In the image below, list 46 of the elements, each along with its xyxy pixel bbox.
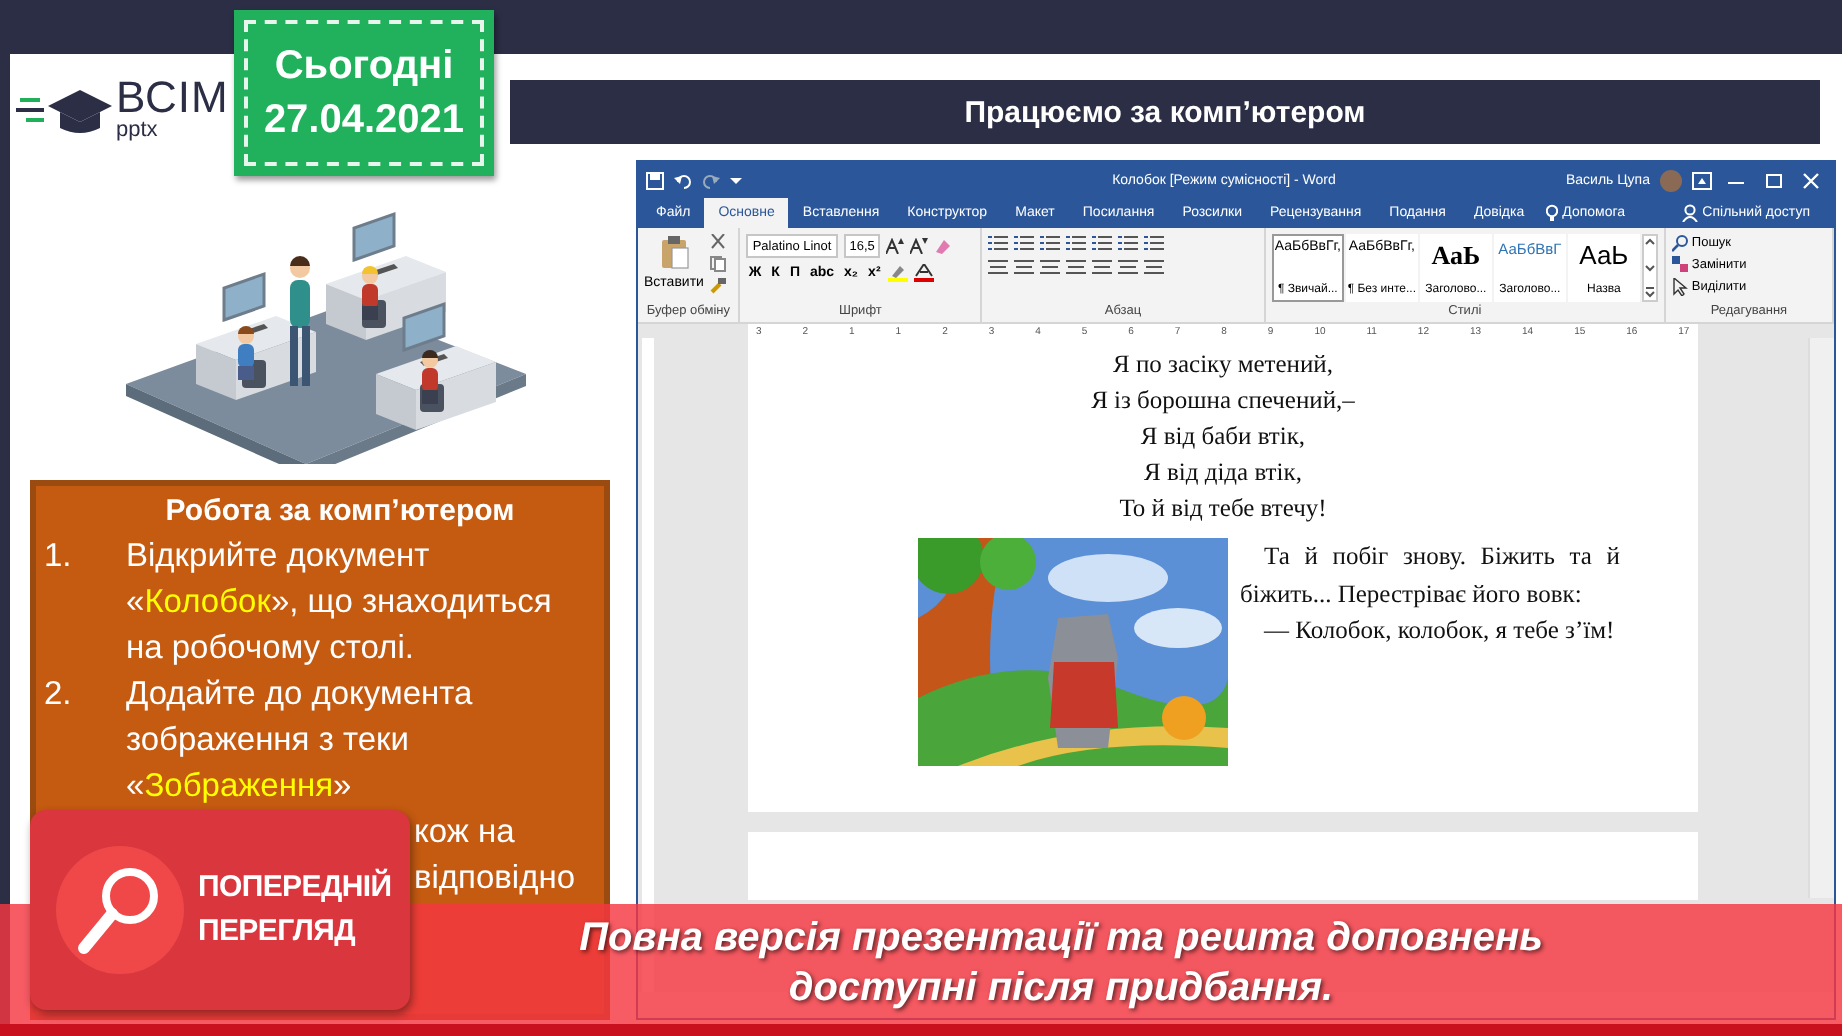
step-text: відповідно bbox=[414, 858, 576, 900]
date-text: 27.04.2021 bbox=[263, 95, 465, 145]
purchase-notice: доступні після придбання. bbox=[788, 964, 1334, 1014]
step-text: Додайте до документа зображення з теки «Зображення» bbox=[126, 674, 475, 808]
preview-label: ПЕРЕГЛЯД bbox=[198, 912, 358, 952]
purchase-notice: Повна версія презентації та решта доповнень bbox=[579, 914, 1543, 964]
shrink-font-icon[interactable] bbox=[910, 238, 929, 254]
redo-icon[interactable] bbox=[702, 171, 720, 189]
step-text: кож на bbox=[414, 812, 515, 854]
poem-line: Я по засіку метений, bbox=[1111, 348, 1335, 382]
today-label: Сьогодні bbox=[274, 41, 454, 91]
lightbulb-icon bbox=[1546, 204, 1559, 222]
step-text: Відкрийте документ «Колобок», що знаходиться на робочому столі. bbox=[126, 536, 554, 670]
replace-icon bbox=[1671, 256, 1688, 274]
step-number: 2. bbox=[44, 674, 74, 716]
poem-line: Я від діда втік, bbox=[1142, 456, 1304, 490]
preview-label: ПОПЕРЕДНІЙ bbox=[198, 866, 392, 908]
cut-icon[interactable] bbox=[709, 234, 726, 250]
caret-icon[interactable] bbox=[730, 174, 742, 186]
gallery-scroll-icon[interactable] bbox=[1641, 234, 1658, 302]
person-icon bbox=[1682, 204, 1699, 222]
poem-line: Я від баби втік, bbox=[1138, 420, 1308, 454]
format-painter-icon[interactable] bbox=[709, 278, 726, 294]
paragraph: — Колобок, колобок, я тебе з’їм! bbox=[1262, 614, 1617, 648]
grow-font-icon[interactable] bbox=[886, 238, 905, 254]
cursor-icon bbox=[1671, 278, 1688, 296]
save-icon[interactable] bbox=[646, 171, 664, 189]
poem-line: То й від тебе втечу! bbox=[1117, 492, 1329, 526]
search-icon bbox=[54, 844, 186, 976]
ribbon-options-icon[interactable] bbox=[1692, 171, 1712, 189]
paste-icon[interactable] bbox=[657, 234, 690, 270]
slide-title: Працюємо за комп’ютером bbox=[510, 80, 1820, 144]
maximize-icon[interactable] bbox=[1760, 171, 1788, 189]
font-color-icon[interactable] bbox=[914, 264, 935, 282]
search-icon bbox=[1671, 234, 1688, 252]
copy-icon[interactable] bbox=[709, 256, 726, 272]
scrollbar[interactable] bbox=[1808, 338, 1834, 898]
step-number: 1. bbox=[44, 536, 74, 578]
paragraph: Та й побіг знову. Біжить та й біжить... Перестріває його вовк: bbox=[1240, 540, 1620, 612]
poem-line: Я із борошна спечений,– bbox=[1089, 384, 1357, 418]
undo-icon[interactable] bbox=[674, 171, 692, 189]
task-heading: Робота за комп’ютером bbox=[163, 494, 517, 528]
bullets-icon[interactable] bbox=[988, 234, 1009, 252]
logo-subtitle: pptx bbox=[116, 120, 160, 142]
logo-text: ВСІМ bbox=[116, 76, 229, 120]
align-center-icon[interactable] bbox=[1014, 258, 1035, 276]
